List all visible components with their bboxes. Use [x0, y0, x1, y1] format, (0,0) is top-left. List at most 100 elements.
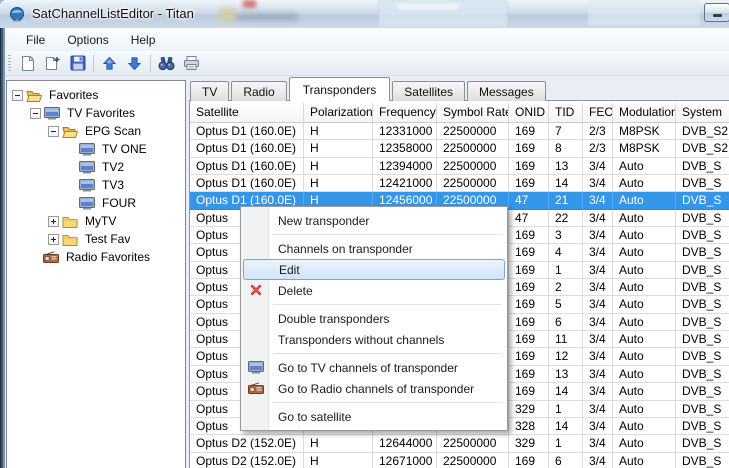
table-row[interactable]: Optus D1 (160.0E)H123310002250000016972/…	[190, 123, 729, 140]
tab-radio[interactable]: Radio	[231, 81, 286, 101]
column-header-symbol-rate[interactable]: Symbol Rate	[437, 103, 509, 122]
tab-messages[interactable]: Messages	[467, 81, 546, 101]
tree-item-epg-scan[interactable]: EPG Scan	[7, 122, 185, 140]
menu-item-double-transponders[interactable]: Double transponders	[241, 308, 507, 329]
menu-item-new-transponder[interactable]: New transponder	[241, 210, 507, 231]
table-cell: 2/3	[583, 140, 613, 156]
menu-item-channels-on-transponder[interactable]: Channels on transponder	[241, 238, 507, 259]
menu-separator	[273, 402, 502, 403]
tree-item-mytv[interactable]: MyTV	[7, 212, 185, 230]
tab-transponders[interactable]: Transponders	[289, 77, 391, 101]
menu-item-label: Go to Radio channels of transponder	[278, 382, 474, 396]
table-cell: 3/4	[583, 383, 613, 399]
menu-item-delete[interactable]: Delete	[241, 280, 507, 301]
menu-item-go-to-satellite[interactable]: Go to satellite	[241, 406, 507, 427]
table-row[interactable]: Optus D1 (160.0E)H1242100022500000169143…	[190, 175, 729, 192]
toolbar-grip	[8, 55, 11, 71]
menubar-item-file[interactable]: File	[15, 30, 56, 50]
tree-item-tv2[interactable]: TV2	[7, 158, 185, 176]
tree-item-radio-favorites[interactable]: Radio Favorites	[7, 248, 185, 266]
column-header-polarization[interactable]: Polarization	[304, 103, 373, 122]
column-header-tid[interactable]: TID	[549, 103, 583, 122]
menu-item-go-to-radio-channels-of-transponder[interactable]: Go to Radio channels of transponder	[241, 378, 507, 399]
table-cell: 328	[509, 418, 549, 434]
table-cell: 169	[509, 453, 549, 468]
move-up-icon[interactable]	[97, 52, 122, 74]
tab-tv[interactable]: TV	[190, 81, 229, 101]
menu-item-transponders-without-channels[interactable]: Transponders without channels	[241, 329, 507, 350]
table-cell: 12421000	[373, 175, 437, 191]
table-cell: Auto	[613, 418, 676, 434]
table-cell: 6	[549, 453, 583, 468]
column-header-modulation[interactable]: Modulation	[613, 103, 676, 122]
table-row[interactable]: Optus D2 (152.0E)H126710002250000016963/…	[190, 453, 729, 468]
find-icon[interactable]	[154, 52, 179, 74]
table-cell: Auto	[613, 158, 676, 174]
table-cell: Optus D2 (152.0E)	[190, 453, 304, 468]
tv-icon	[79, 142, 96, 156]
expand-plus-icon[interactable]	[48, 234, 59, 245]
toolbar-separator	[150, 55, 151, 72]
column-header-satellite[interactable]: Satellite	[190, 103, 304, 122]
menu-item-go-to-tv-channels-of-transponder[interactable]: Go to TV channels of transponder	[241, 357, 507, 378]
column-header-system[interactable]: System	[676, 103, 729, 122]
tab-satellites[interactable]: Satellites	[392, 81, 465, 101]
print-icon[interactable]	[179, 52, 204, 74]
table-row[interactable]: Optus D2 (152.0E)H126440002250000032913/…	[190, 435, 729, 452]
table-cell: 3/4	[583, 158, 613, 174]
table-cell: 22500000	[437, 453, 509, 468]
collapse-minus-icon[interactable]	[12, 90, 23, 101]
tree-item-tv-one[interactable]: TV ONE	[7, 140, 185, 158]
table-cell: DVB_S	[676, 418, 729, 434]
new-list-icon[interactable]	[15, 52, 40, 74]
tree-item-favorites[interactable]: Favorites	[7, 86, 185, 104]
tree-item-test-fav[interactable]: Test Fav	[7, 230, 185, 248]
menu-item-edit[interactable]: Edit	[243, 259, 505, 280]
column-header-onid[interactable]: ONID	[509, 103, 549, 122]
tv-icon	[79, 196, 96, 210]
table-cell: Optus D1 (160.0E)	[190, 123, 304, 139]
menubar-item-help[interactable]: Help	[120, 30, 167, 50]
table-row[interactable]: Optus D1 (160.0E)H123580002250000016982/…	[190, 140, 729, 157]
table-cell: Auto	[613, 244, 676, 260]
tree-item-four[interactable]: FOUR	[7, 194, 185, 212]
table-cell: 13	[549, 158, 583, 174]
column-header-frequency[interactable]: Frequency	[373, 103, 437, 122]
table-cell: DVB_S	[676, 279, 729, 295]
table-cell: DVB_S	[676, 435, 729, 451]
minimize-button[interactable]	[704, 3, 729, 22]
table-cell: Auto	[613, 383, 676, 399]
tree-item-tv-favorites[interactable]: TV Favorites	[7, 104, 185, 122]
toolbar	[5, 51, 729, 76]
collapse-minus-icon[interactable]	[48, 126, 59, 137]
menubar-item-options[interactable]: Options	[56, 30, 119, 50]
table-cell: 12358000	[373, 140, 437, 156]
table-cell: 169	[509, 348, 549, 364]
table-cell: 13	[549, 366, 583, 382]
table-row[interactable]: Optus D1 (160.0E)H1239400022500000169133…	[190, 158, 729, 175]
tree-item-tv3[interactable]: TV3	[7, 176, 185, 194]
tab-bar: TVRadioTranspondersSatellitesMessages	[190, 77, 548, 101]
table-cell: H	[304, 435, 373, 451]
table-cell: DVB_S	[676, 453, 729, 468]
new-item-icon[interactable]	[40, 52, 65, 74]
table-cell: H	[304, 123, 373, 139]
tree-item-label: FOUR	[100, 196, 138, 210]
tree-item-label: EPG Scan	[83, 124, 143, 138]
tree-item-label: Radio Favorites	[64, 250, 152, 264]
move-down-icon[interactable]	[122, 52, 147, 74]
table-cell: 6	[549, 314, 583, 330]
expand-plus-icon[interactable]	[48, 216, 59, 227]
save-icon[interactable]	[65, 52, 90, 74]
table-cell: Auto	[613, 279, 676, 295]
table-cell: H	[304, 175, 373, 191]
collapse-minus-icon[interactable]	[30, 108, 41, 119]
menu-item-label: Edit	[279, 263, 300, 277]
table-cell: 14	[549, 383, 583, 399]
table-cell: DVB_S	[676, 401, 729, 417]
table-cell: H	[304, 140, 373, 156]
table-cell: 169	[509, 314, 549, 330]
column-header-fec[interactable]: FEC	[583, 103, 613, 122]
tree-item-label: TV Favorites	[65, 106, 137, 120]
table-cell: M8PSK	[613, 140, 676, 156]
